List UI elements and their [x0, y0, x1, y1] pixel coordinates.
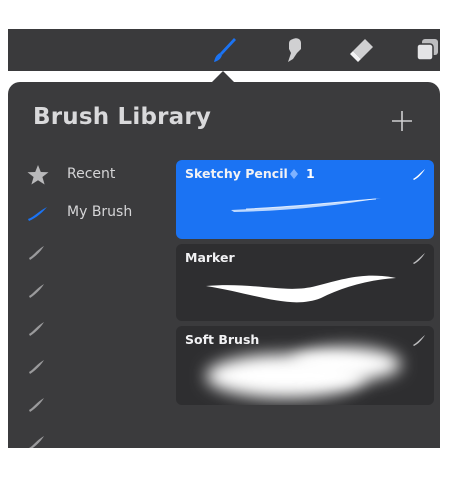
- popover-caret: [212, 71, 234, 82]
- brush-card-soft-brush[interactable]: Soft Brush: [176, 326, 434, 405]
- plus-icon: [392, 111, 412, 131]
- add-brush-button[interactable]: [389, 108, 415, 134]
- brush-set-recent[interactable]: Recent: [8, 160, 173, 190]
- brush-set-label: My Brush: [67, 204, 133, 220]
- brush-stroke-icon: [29, 284, 44, 298]
- brush-stroke-icon: [29, 246, 44, 260]
- brush-library-panel: Brush Library Recent My Brush Sketchy Pe…: [8, 82, 440, 448]
- brush-set-item[interactable]: [8, 350, 173, 380]
- brush-stroke-icon: [28, 207, 47, 221]
- brush-stroke-preview: [206, 275, 396, 303]
- brush-stroke-preview: [231, 198, 381, 212]
- brush-card-sketchy-pencil[interactable]: Sketchy Pencil 1: [176, 160, 434, 239]
- star-icon: [27, 165, 49, 185]
- brush-set-item[interactable]: [8, 236, 173, 266]
- brush-stroke-icon: [29, 398, 44, 412]
- brush-set-label: Recent: [67, 166, 116, 182]
- brush-stroke-icon: [29, 322, 44, 336]
- brush-set-item[interactable]: [8, 388, 173, 418]
- brush-tool-icon[interactable]: [209, 35, 241, 65]
- brush-card-marker[interactable]: Marker: [176, 244, 434, 321]
- brush-stroke-icon: [29, 360, 44, 374]
- brush-set-item[interactable]: [8, 426, 173, 448]
- top-toolbar: [8, 29, 440, 71]
- smudge-tool-icon[interactable]: [278, 35, 310, 65]
- brush-stroke-icon: [29, 436, 44, 448]
- eraser-tool-icon[interactable]: [346, 35, 378, 65]
- layers-tool-icon[interactable]: [412, 35, 444, 65]
- brush-set-my-brush[interactable]: My Brush: [8, 198, 173, 228]
- brush-set-item[interactable]: [8, 312, 173, 342]
- panel-title: Brush Library: [33, 104, 212, 130]
- brush-set-item[interactable]: [8, 274, 173, 304]
- brush-stroke-preview: [206, 347, 401, 398]
